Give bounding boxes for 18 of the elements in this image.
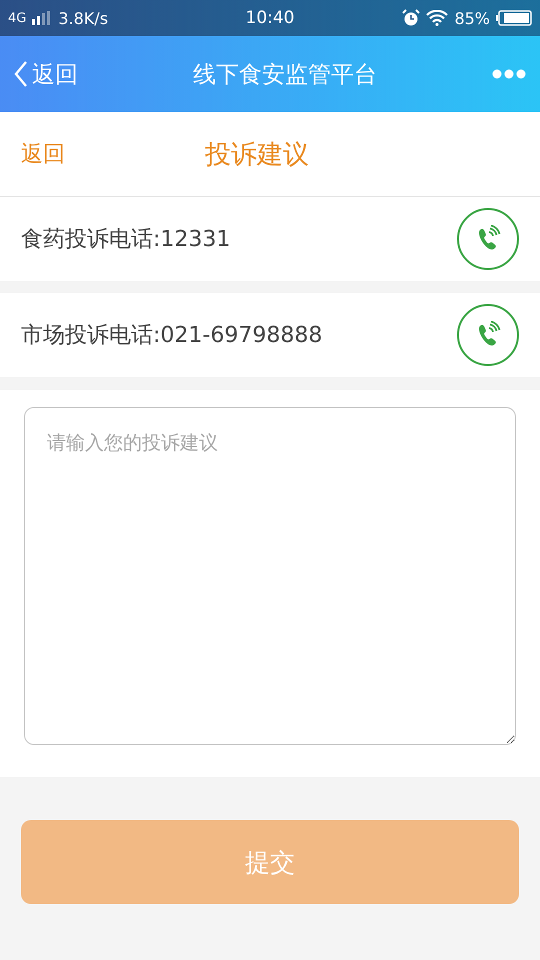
app-title: 线下食安监管平台 [193,60,377,90]
page-title: 投诉建议 [205,138,309,172]
network-type: 4G [8,10,26,26]
back-link[interactable]: 返回 [21,139,65,169]
hotline-label: 市场投诉电话:021-69798888 [21,322,322,350]
alarm-icon [402,9,420,27]
hotline-label: 食药投诉电话:12331 [21,226,230,254]
wifi-icon [426,10,448,26]
network-speed: 3.8K/s [58,8,108,28]
signal-icon [32,11,52,25]
battery-percent: 85% [454,8,490,28]
complaint-field[interactable]: 请输入您的投诉建议 [24,407,516,745]
more-icon [492,69,526,79]
battery-icon [496,10,532,26]
back-button[interactable]: 返回 [14,58,78,90]
chevron-left-icon [14,60,28,88]
status-time: 10:40 [244,8,296,28]
more-button[interactable] [492,69,526,79]
